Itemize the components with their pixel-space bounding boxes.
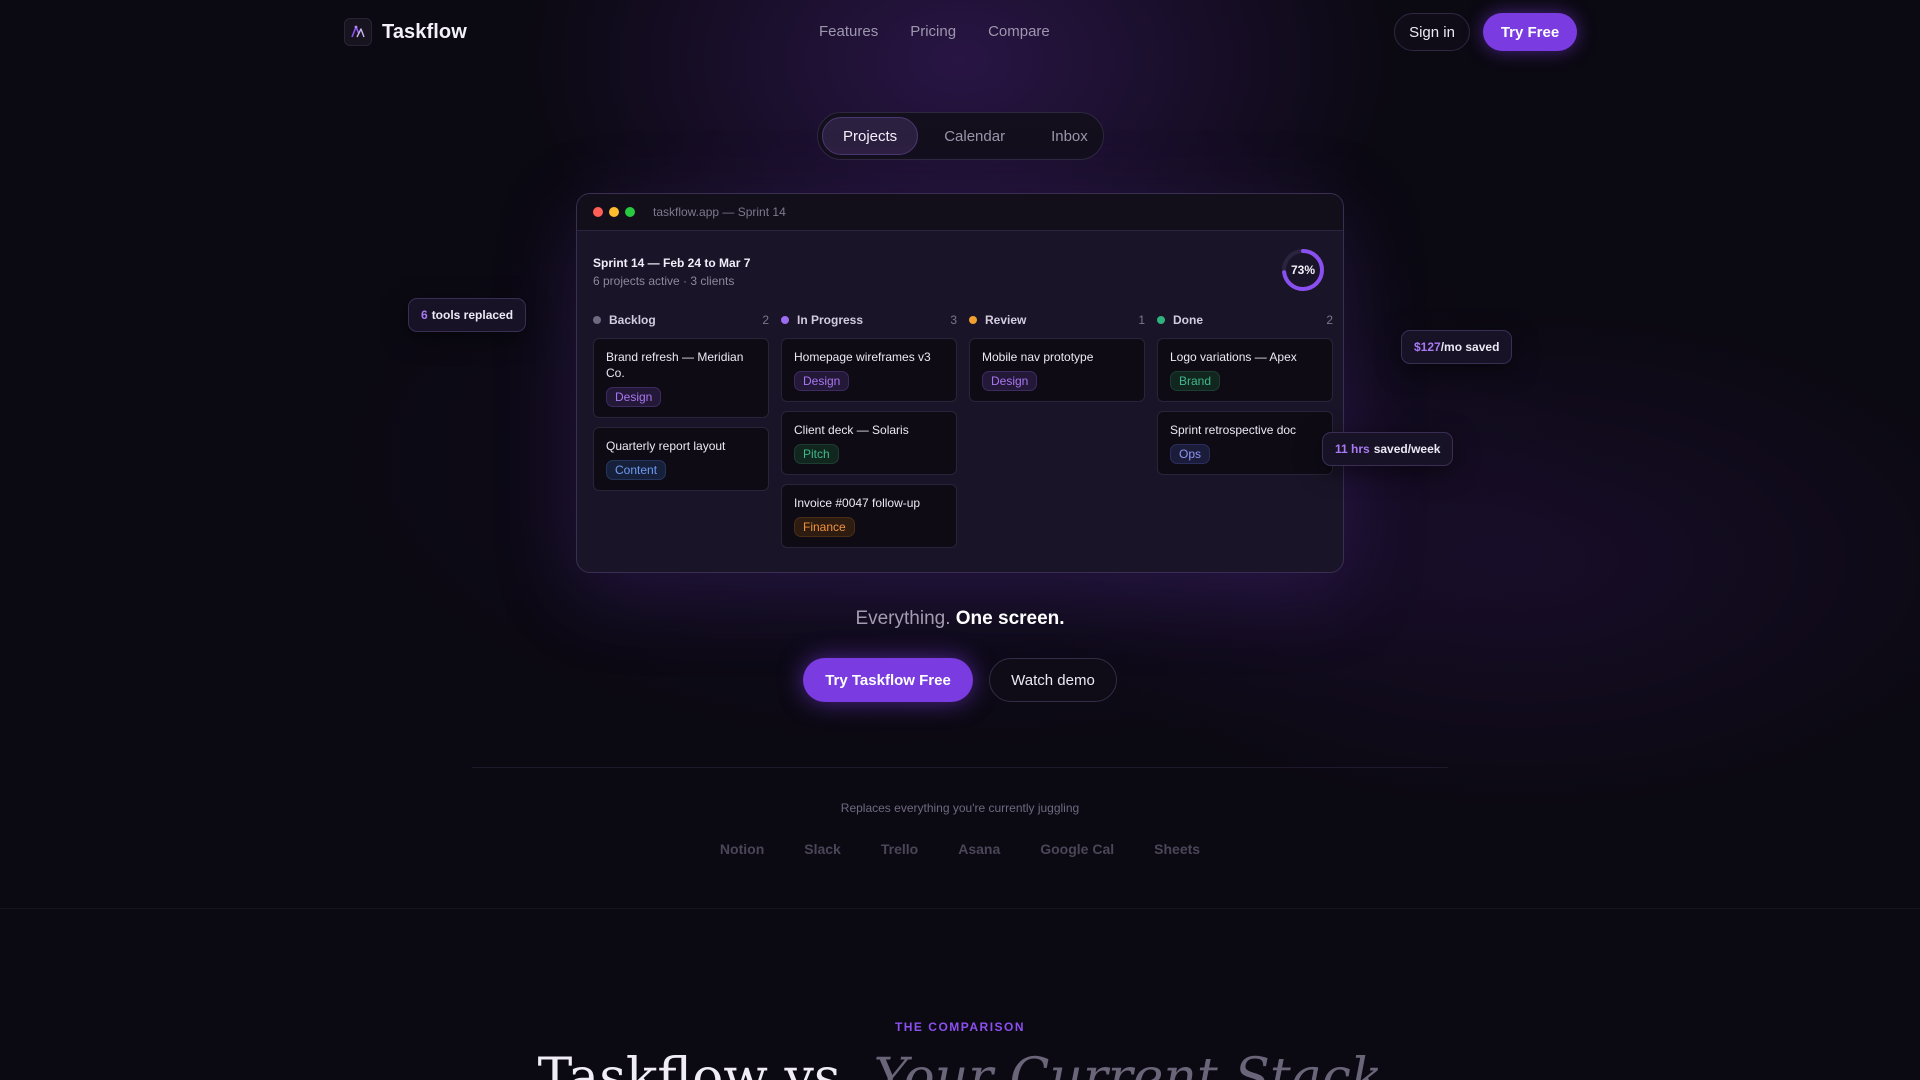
section-divider [472,767,1448,768]
task-tag: Design [794,371,850,391]
column-header: Review 1 [969,310,1145,330]
replaces-label: Replaces everything you're currently jug… [840,801,1080,815]
sprint-title: Sprint 14 — Feb 24 to Mar 7 [593,256,751,270]
comparison-title: Taskflow vs. Your Current Stack [0,1048,1920,1080]
task-title: Brand refresh — Meridian Co. [606,350,744,380]
task-title: Client deck — Solaris [794,423,909,437]
tab-inbox[interactable]: Inbox [1031,117,1108,155]
tool-name: Slack [804,841,841,857]
replaced-tools-list: Notion Slack Trello Asana Google Cal She… [0,841,1920,857]
column-count: 1 [1138,313,1145,327]
window-minimize-dot [609,207,619,217]
tool-name: Google Cal [1040,841,1115,857]
column-name: Backlog [609,313,656,327]
tagline-bold: One screen. [955,608,1065,629]
tab-projects[interactable]: Projects [822,117,919,155]
task-title: Logo variations — Apex [1170,350,1297,364]
stat-text: /mo saved [1440,340,1500,354]
task-tag: Brand [1170,371,1221,391]
task-card[interactable]: Client deck — Solaris Pitch [781,411,957,475]
comparison-title-main: Taskflow vs. [537,1048,858,1080]
status-dot-icon [781,316,789,324]
task-card[interactable]: Quarterly report layout Content [593,427,769,491]
column-count: 3 [950,313,957,327]
task-card[interactable]: Logo variations — Apex Brand [1157,338,1333,402]
window-titlebar: taskflow.app — Sprint 14 [577,194,1343,231]
status-dot-icon [1157,316,1165,324]
nav-link-compare[interactable]: Compare [988,23,1050,40]
window-title: taskflow.app — Sprint 14 [653,205,786,219]
sign-in-button[interactable]: Sign in [1394,13,1470,51]
task-tag: Pitch [794,444,839,464]
stat-highlight: 6 [421,308,428,322]
task-tag: Ops [1170,444,1211,464]
task-tag: Design [606,387,662,407]
stat-chip-hours-saved: 11 hrs saved/week [1322,432,1454,466]
task-title: Quarterly report layout [606,439,726,453]
column-header: Done 2 [1157,310,1333,330]
nav-link-pricing[interactable]: Pricing [910,23,956,40]
status-dot-icon [593,316,601,324]
brand-name: Taskflow [382,20,467,43]
tagline-light: Everything. [855,608,951,629]
section-divider [0,908,1920,909]
stat-highlight: $127 [1414,340,1441,354]
task-title: Sprint retrospective doc [1170,423,1297,437]
column-name: In Progress [797,313,864,327]
comparison-title-italic: Your Current Stack [873,1048,1383,1080]
tool-name: Notion [719,841,765,857]
stat-highlight: 11 hrs [1335,442,1370,456]
task-card[interactable]: Sprint retrospective doc Ops [1157,411,1333,475]
task-card[interactable]: Brand refresh — Meridian Co. Design [593,338,769,418]
stat-chip-money-saved: $127 /mo saved [1401,330,1513,364]
try-free-button[interactable]: Try Free [1483,13,1577,51]
column-backlog: Backlog 2 Brand refresh — Meridian Co. D… [593,310,769,557]
tool-name: Trello [880,841,919,857]
hero-tagline: Everything. One screen. [0,608,1920,630]
column-count: 2 [762,313,769,327]
top-nav: Taskflow Features Pricing Compare Sign i… [0,0,1920,64]
column-header: Backlog 2 [593,310,769,330]
task-title: Invoice #0047 follow-up [794,496,921,510]
tool-name: Sheets [1154,841,1201,857]
sprint-progress-ring: 73% [1281,248,1325,292]
task-card[interactable]: Invoice #0047 follow-up Finance [781,484,957,548]
column-in-progress: In Progress 3 Homepage wireframes v3 Des… [781,310,957,557]
progress-label: 73% [1290,263,1316,277]
tool-name: Asana [958,841,1001,857]
task-tag: Content [606,460,667,480]
column-count: 2 [1326,313,1333,327]
nav-links: Features Pricing Compare [819,23,1050,40]
task-card[interactable]: Mobile nav prototype Design [969,338,1145,402]
stat-text: tools replaced [431,308,514,322]
view-tabs: Projects Calendar Inbox [817,112,1104,160]
column-name: Review [985,313,1027,327]
column-done: Done 2 Logo variations — Apex Brand Spri… [1157,310,1333,557]
task-card[interactable]: Homepage wireframes v3 Design [781,338,957,402]
sprint-subtitle: 6 projects active · 3 clients [593,274,735,288]
kanban-board: Backlog 2 Brand refresh — Meridian Co. D… [593,310,1333,557]
tab-calendar[interactable]: Calendar [924,117,1025,155]
watch-demo-button[interactable]: Watch demo [989,658,1117,702]
window-maximize-dot [625,207,635,217]
stat-chip-tools-replaced: 6 tools replaced [408,298,527,332]
status-dot-icon [969,316,977,324]
brand-logo[interactable]: Taskflow [344,18,467,46]
task-title: Homepage wireframes v3 [794,350,931,364]
column-review: Review 1 Mobile nav prototype Design [969,310,1145,557]
task-title: Mobile nav prototype [982,350,1094,364]
column-name: Done [1173,313,1203,327]
nav-link-features[interactable]: Features [819,23,878,40]
column-header: In Progress 3 [781,310,957,330]
window-close-dot [593,207,603,217]
try-taskflow-free-button[interactable]: Try Taskflow Free [803,658,973,702]
comparison-eyebrow: THE COMPARISON [894,1020,1026,1034]
sprint-header: Sprint 14 — Feb 24 to Mar 7 6 projects a… [593,256,750,288]
task-tag: Design [982,371,1038,391]
task-tag: Finance [794,517,855,537]
app-preview-window: taskflow.app — Sprint 14 Sprint 14 — Feb… [576,193,1344,573]
taskflow-logo-icon [344,18,372,46]
stat-text: saved/week [1373,442,1441,456]
